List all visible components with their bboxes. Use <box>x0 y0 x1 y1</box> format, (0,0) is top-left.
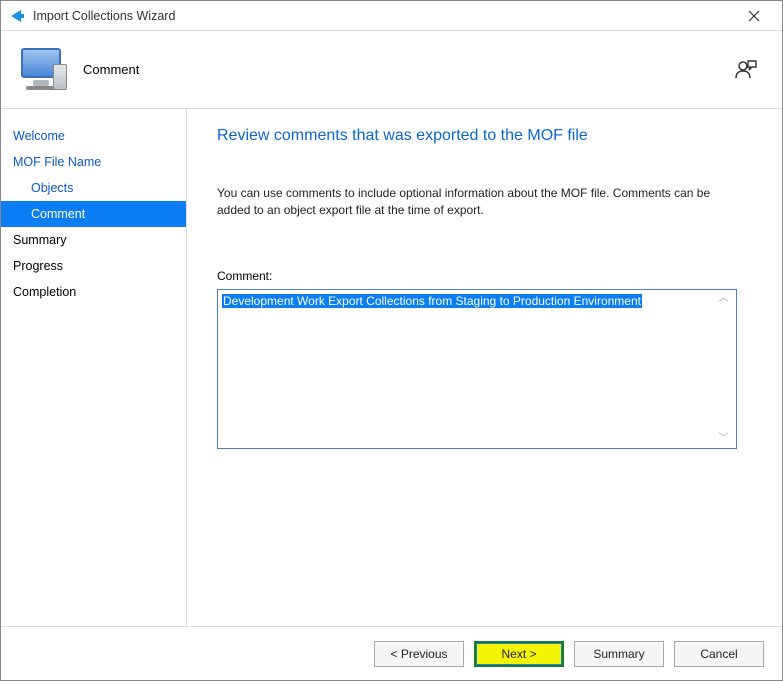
main-panel: Review comments that was exported to the… <box>187 109 782 626</box>
wizard-footer: < Previous Next > Summary Cancel <box>1 626 782 680</box>
page-heading: Review comments that was exported to the… <box>217 127 752 145</box>
summary-button[interactable]: Summary <box>574 641 664 667</box>
nav-welcome[interactable]: Welcome <box>1 123 186 149</box>
nav-progress[interactable]: Progress <box>1 253 186 279</box>
wizard-window: Import Collections Wizard Comment Welco <box>0 0 783 681</box>
scroll-up-icon[interactable]: ︿ <box>719 293 729 305</box>
close-button[interactable] <box>734 2 774 30</box>
wizard-header: Comment <box>1 31 782 109</box>
previous-button[interactable]: < Previous <box>374 641 464 667</box>
page-description: You can use comments to include optional… <box>217 185 737 219</box>
feedback-icon[interactable] <box>734 58 758 82</box>
sidebar-nav: Welcome MOF File Name Objects Comment Su… <box>1 109 187 626</box>
close-icon <box>748 10 760 22</box>
app-icon <box>9 8 25 24</box>
wizard-body: Welcome MOF File Name Objects Comment Su… <box>1 109 782 626</box>
next-button[interactable]: Next > <box>474 641 564 667</box>
comment-textarea[interactable]: Development Work Export Collections from… <box>217 289 737 449</box>
computer-icon <box>19 46 67 94</box>
nav-comment[interactable]: Comment <box>1 201 186 227</box>
nav-mof-file-name[interactable]: MOF File Name <box>1 149 186 175</box>
titlebar: Import Collections Wizard <box>1 1 782 31</box>
scroll-down-icon[interactable]: ﹀ <box>719 433 729 445</box>
comment-label: Comment: <box>217 269 752 283</box>
window-title: Import Collections Wizard <box>33 9 734 23</box>
step-title: Comment <box>83 62 139 77</box>
scrollbar[interactable]: ︿ ﹀ <box>715 293 732 445</box>
cancel-button[interactable]: Cancel <box>674 641 764 667</box>
nav-summary[interactable]: Summary <box>1 227 186 253</box>
nav-objects[interactable]: Objects <box>1 175 186 201</box>
comment-selected-text: Development Work Export Collections from… <box>222 294 642 308</box>
nav-completion[interactable]: Completion <box>1 279 186 305</box>
